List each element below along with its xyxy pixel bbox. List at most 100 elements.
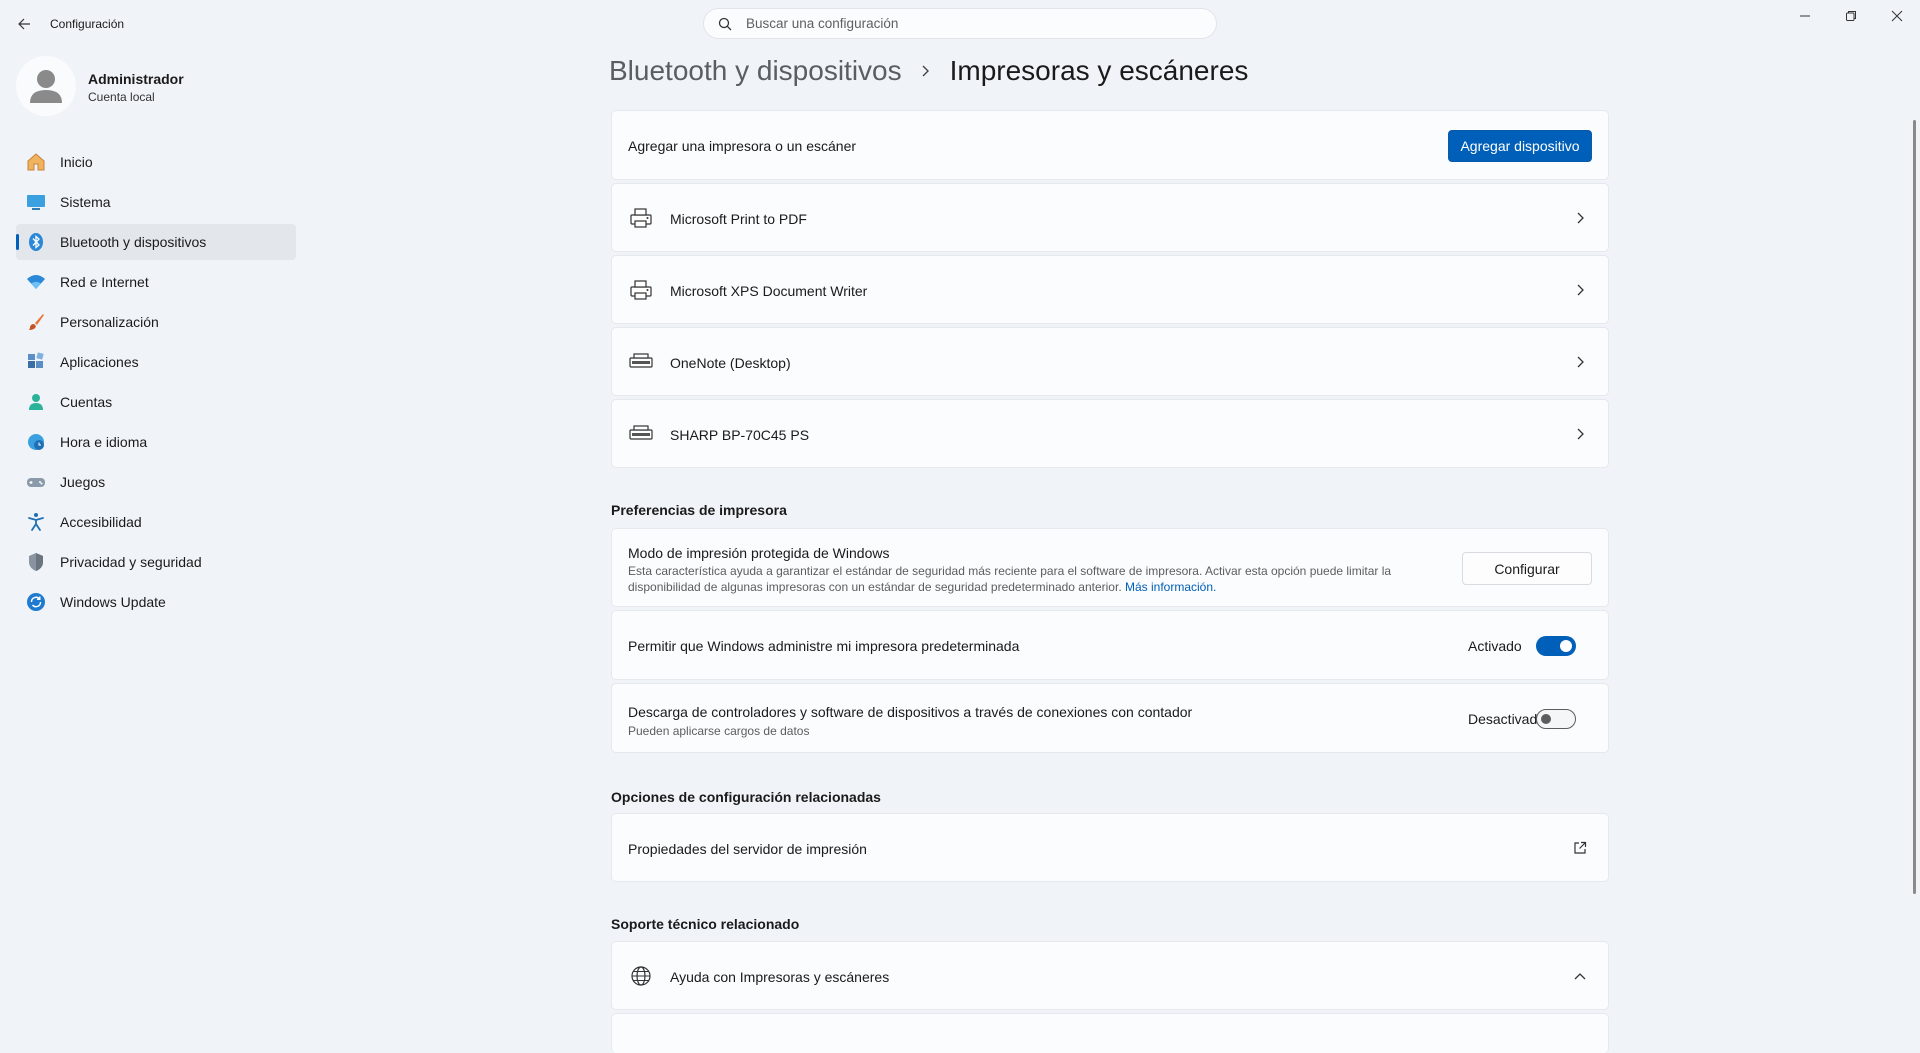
metered-download-toggle[interactable] — [1536, 709, 1576, 729]
chevron-right-icon — [1572, 426, 1588, 442]
sidebar-item-label: Windows Update — [60, 594, 166, 610]
configure-button[interactable]: Configurar — [1462, 552, 1592, 585]
system-icon — [25, 191, 47, 213]
printer-row[interactable]: Microsoft XPS Document Writer — [611, 255, 1609, 324]
sidebar-item-bluetooth[interactable]: Bluetooth y dispositivos — [16, 224, 296, 260]
sidebar-item-label: Cuentas — [60, 394, 113, 410]
sidebar-item-label: Juegos — [60, 474, 106, 490]
user-name: Administrador — [88, 71, 184, 87]
title-bar: Configuración — [0, 0, 1920, 48]
minimize-icon — [1800, 15, 1810, 17]
toggle-state-label: Activado — [1468, 638, 1522, 654]
restore-button[interactable] — [1828, 0, 1874, 32]
manage-default-printer-card: Permitir que Windows administre mi impre… — [611, 610, 1609, 680]
protected-mode-description-line1: Esta característica ayuda a garantizar e… — [628, 564, 1392, 578]
minimize-button[interactable] — [1782, 0, 1828, 32]
section-heading: Preferencias de impresora — [611, 502, 787, 518]
shield-icon — [25, 551, 47, 573]
printer-name: Microsoft Print to PDF — [670, 211, 807, 227]
chevron-right-icon — [1572, 282, 1588, 298]
printer-row[interactable]: OneNote (Desktop) — [611, 327, 1609, 396]
metered-download-card: Descarga de controladores y software de … — [611, 683, 1609, 753]
manage-default-toggle[interactable] — [1536, 636, 1576, 656]
metered-download-label: Descarga de controladores y software de … — [628, 704, 1193, 720]
section-heading: Opciones de configuración relacionadas — [611, 789, 881, 805]
protected-mode-title: Modo de impresión protegida de Windows — [628, 545, 890, 561]
add-device-button[interactable]: Agregar dispositivo — [1448, 130, 1592, 162]
sidebar-item-label: Hora e idioma — [60, 434, 148, 450]
printer-row[interactable]: Microsoft Print to PDF — [611, 183, 1609, 252]
virtual-printer-icon — [629, 278, 653, 302]
sidebar-item-label: Personalización — [60, 314, 159, 330]
sidebar-item-privacidad[interactable]: Privacidad y seguridad — [16, 544, 296, 580]
update-icon — [25, 591, 47, 613]
close-button[interactable] — [1874, 0, 1920, 32]
sidebar-item-label: Accesibilidad — [60, 514, 142, 530]
print-server-properties-row[interactable]: Propiedades del servidor de impresión — [611, 813, 1609, 882]
toggle-knob — [1560, 640, 1572, 652]
toggle-knob — [1541, 714, 1551, 724]
protected-mode-description-line2: disponibilidad de algunas impresoras con… — [628, 580, 1122, 594]
sidebar-item-label: Red e Internet — [60, 274, 149, 290]
search-icon — [716, 15, 734, 33]
printer-name: OneNote (Desktop) — [670, 355, 791, 371]
search-input[interactable] — [744, 15, 1188, 32]
chevron-right-icon — [1572, 354, 1588, 370]
sidebar-item-juegos[interactable]: Juegos — [16, 464, 296, 500]
app-title: Configuración — [50, 17, 125, 31]
search-box[interactable] — [703, 8, 1217, 39]
account-type: Cuenta local — [88, 90, 155, 104]
sidebar-item-aplicaciones[interactable]: Aplicaciones — [16, 344, 296, 380]
breadcrumb-parent-link[interactable]: Bluetooth y dispositivos — [609, 55, 902, 87]
globe-icon — [629, 964, 653, 988]
protected-mode-card: Modo de impresión protegida de Windows E… — [611, 528, 1609, 607]
chevron-up-icon[interactable] — [1572, 968, 1588, 984]
help-printers-row[interactable]: Ayuda con Impresoras y escáneres — [611, 941, 1609, 1010]
chevron-right-icon — [1572, 210, 1588, 226]
more-info-link[interactable]: Más información. — [1125, 580, 1216, 594]
bluetooth-icon — [25, 231, 47, 253]
sidebar-item-label: Sistema — [60, 194, 111, 210]
accessibility-icon — [25, 511, 47, 533]
sidebar-item-inicio[interactable]: Inicio — [16, 144, 296, 180]
toggle-state-label: Desactivado — [1468, 711, 1546, 727]
printer-icon — [629, 350, 653, 374]
sidebar-item-sistema[interactable]: Sistema — [16, 184, 296, 220]
sidebar-item-windows-update[interactable]: Windows Update — [16, 584, 296, 620]
protected-mode-description-line2-wrap: disponibilidad de algunas impresoras con… — [628, 580, 1216, 594]
back-arrow-icon — [18, 18, 30, 30]
manage-default-label: Permitir que Windows administre mi impre… — [628, 638, 1020, 654]
printer-name: Microsoft XPS Document Writer — [670, 283, 868, 299]
printer-icon — [629, 422, 653, 446]
chevron-right-icon — [920, 64, 932, 78]
external-link-icon — [1572, 840, 1588, 856]
sidebar-item-red[interactable]: Red e Internet — [16, 264, 296, 300]
sidebar-item-cuentas[interactable]: Cuentas — [16, 384, 296, 420]
page-title: Impresoras y escáneres — [949, 55, 1249, 86]
add-device-label: Agregar una impresora o un escáner — [628, 138, 857, 154]
wifi-icon — [25, 271, 47, 293]
globe-clock-icon — [25, 431, 47, 453]
avatar[interactable] — [16, 56, 76, 116]
printer-row[interactable]: SHARP BP-70C45 PS — [611, 399, 1609, 468]
help-printers-label: Ayuda con Impresoras y escáneres — [670, 969, 890, 985]
sidebar-item-hora[interactable]: Hora e idioma — [16, 424, 296, 460]
back-button[interactable] — [8, 8, 40, 40]
sidebar-item-accesibilidad[interactable]: Accesibilidad — [16, 504, 296, 540]
sidebar-item-label: Aplicaciones — [60, 354, 139, 370]
printer-name: SHARP BP-70C45 PS — [670, 427, 810, 443]
vertical-scrollbar[interactable] — [1913, 120, 1916, 894]
home-icon — [25, 151, 47, 173]
user-avatar-icon — [30, 70, 62, 103]
sidebar-item-personalizacion[interactable]: Personalización — [16, 304, 296, 340]
help-content-card — [611, 1013, 1609, 1053]
gamepad-icon — [25, 471, 47, 493]
print-server-properties-label: Propiedades del servidor de impresión — [628, 841, 867, 857]
close-icon — [1891, 10, 1903, 22]
person-icon — [25, 391, 47, 413]
brush-icon — [25, 311, 47, 333]
sidebar-item-label: Inicio — [60, 154, 93, 170]
sidebar-item-label: Privacidad y seguridad — [60, 554, 202, 570]
sidebar-nav: Inicio Sistema Bluetooth y dispositivos … — [16, 144, 296, 624]
virtual-printer-icon — [629, 206, 653, 230]
